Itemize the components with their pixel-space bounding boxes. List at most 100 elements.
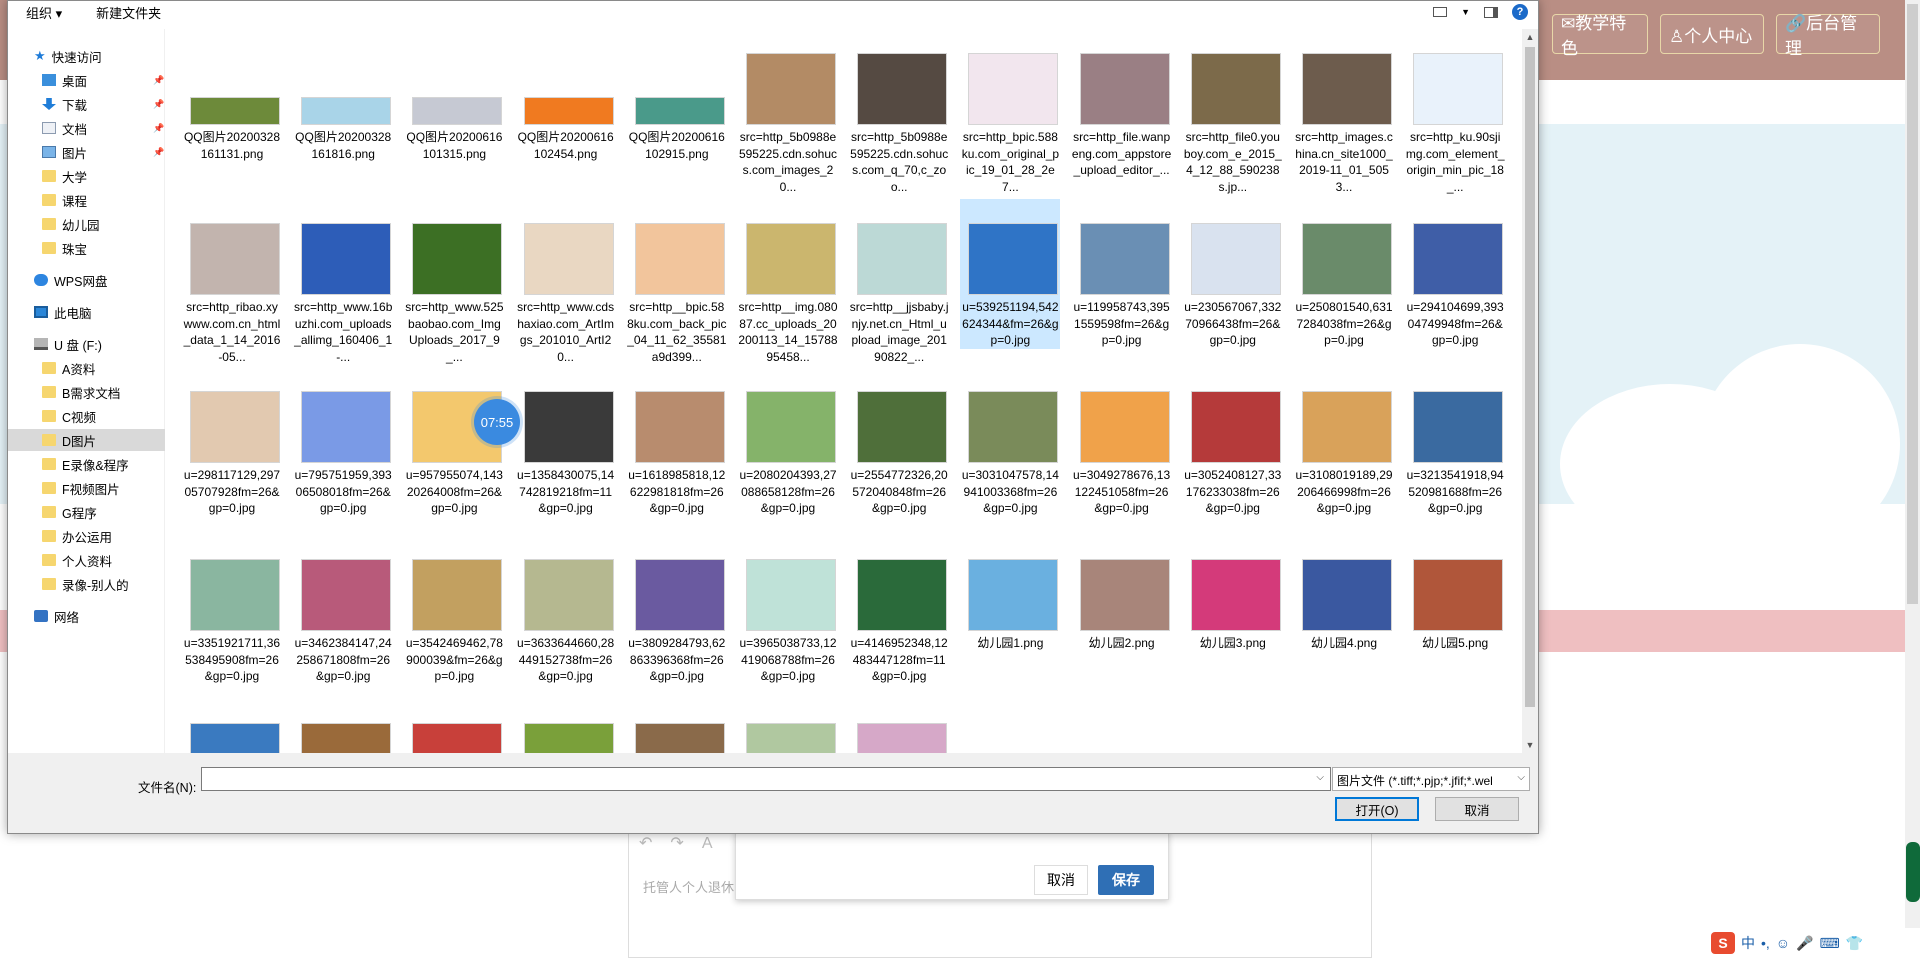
file-item[interactable]: u=1618985818,12622981818fm=26&gp=0.jpg <box>627 367 727 517</box>
file-item[interactable]: QQ图片20200328161816.png <box>293 29 393 179</box>
file-item[interactable] <box>1072 705 1172 753</box>
file-item[interactable]: 幼儿园5.png <box>1405 535 1505 685</box>
ime-emoji-icon[interactable]: ☺ <box>1776 935 1790 951</box>
nav-item[interactable]: 桌面 📌 <box>8 69 165 91</box>
page-scrollbar-thumb[interactable] <box>1907 4 1918 604</box>
file-item[interactable]: src=http_5b0988e595225.cdn.sohucs.com_q_… <box>849 29 949 194</box>
file-item[interactable] <box>627 705 727 753</box>
file-item[interactable]: u=2554772326,20572040848fm=26&gp=0.jpg <box>849 367 949 517</box>
file-item[interactable]: u=539251194,542624344&fm=26&gp=0.jpg <box>960 199 1061 349</box>
nav-item[interactable]: 幼儿园 <box>8 213 165 235</box>
nav-item[interactable]: F视频图片 <box>8 477 165 499</box>
organize-menu[interactable]: 组织 ▾ <box>26 3 62 22</box>
scrollbar-thumb[interactable] <box>1525 47 1535 707</box>
file-item[interactable]: u=3633644660,28449152738fm=26&gp=0.jpg <box>516 535 616 685</box>
file-item[interactable]: u=3031047578,14941003368fm=26&gp=0.jpg <box>960 367 1060 517</box>
file-item[interactable]: src=http_images.china.cn_site1000_2019-1… <box>1294 29 1394 194</box>
file-item[interactable]: u=3965038733,12419068788fm=26&gp=0.jpg <box>738 535 838 685</box>
file-item[interactable] <box>1183 705 1283 753</box>
new-folder-button[interactable]: 新建文件夹 <box>96 3 161 22</box>
nav-item[interactable]: D图片 <box>8 429 165 451</box>
ime-voice-icon[interactable]: 🎤 <box>1796 935 1813 952</box>
ime-toolbar[interactable]: S 中 •, ☺ 🎤 ⌨ 👕 <box>1705 928 1920 958</box>
nav-item[interactable]: 文档 📌 <box>8 117 165 139</box>
file-item[interactable]: src=http_www.cdshaxiao.com_ArtImgs_20101… <box>516 199 616 364</box>
nav-item[interactable]: 图片 📌 <box>8 141 165 163</box>
file-item[interactable]: u=4146952348,12483447128fm=11&gp=0.jpg <box>849 535 949 685</box>
filetype-select[interactable]: 图片文件 (*.tiff;*.pjp;*.jfif;*.wel ⌵ <box>1332 767 1530 791</box>
file-item[interactable]: src=http__img.08087.cc_uploads_20200113_… <box>738 199 838 364</box>
nav-item[interactable]: 网络 <box>8 605 165 627</box>
file-item[interactable]: u=3462384147,24258671808fm=26&gp=0.jpg <box>293 535 393 685</box>
file-item[interactable]: 幼儿园2.png <box>1072 535 1172 685</box>
file-item[interactable]: u=1358430075,14742819218fm=11&gp=0.jpg <box>516 367 616 517</box>
file-item[interactable]: u=3542469462,78900039&fm=26&gp=0.jpg <box>404 535 504 685</box>
sogou-logo-icon[interactable]: S <box>1711 932 1735 954</box>
pin-icon[interactable]: 📌 <box>153 147 164 158</box>
file-item[interactable] <box>1294 705 1394 753</box>
ime-keyboard-icon[interactable]: ⌨ <box>1820 935 1840 952</box>
nav-item[interactable]: 此电脑 <box>8 301 165 323</box>
filename-input[interactable]: ⌵ <box>201 767 1331 791</box>
chevron-down-icon[interactable]: ⌵ <box>1515 772 1525 783</box>
file-item[interactable]: u=2080204393,27088658128fm=26&gp=0.jpg <box>738 367 838 517</box>
pin-icon[interactable]: 📌 <box>153 75 164 86</box>
view-mode-icon[interactable] <box>1433 7 1448 17</box>
nav-item[interactable]: WPS网盘 <box>8 269 165 291</box>
file-item[interactable]: QQ图片20200616102915.png <box>627 29 727 179</box>
scroll-up-icon[interactable]: ▲ <box>1522 29 1538 45</box>
file-item[interactable]: src=http_www.525baobao.com_ImgUploads_20… <box>404 199 504 364</box>
nav-item[interactable]: U 盘 (F:) <box>8 333 165 355</box>
file-item[interactable]: src=http_5b0988e595225.cdn.sohucs.com_im… <box>738 29 838 194</box>
nav-personal-center-button[interactable]: ♙个人中心 <box>1660 14 1764 54</box>
nav-item[interactable]: 珠宝 <box>8 237 165 259</box>
ime-punct-icon[interactable]: •, <box>1761 935 1770 951</box>
chevron-down-icon[interactable]: ▼ <box>1461 7 1470 17</box>
file-item[interactable]: u=3809284793,62863396368fm=26&gp=0.jpg <box>627 535 727 685</box>
scroll-down-icon[interactable]: ▼ <box>1522 737 1538 753</box>
ime-mode-icon[interactable]: 中 <box>1741 933 1755 953</box>
chevron-down-icon[interactable]: ⌵ <box>1316 772 1324 783</box>
nav-item[interactable]: 下载 📌 <box>8 93 165 115</box>
file-item[interactable]: src=http_ribao.xywww.com.cn_html_data_1_… <box>182 199 282 364</box>
file-item[interactable]: u=3108019189,29206466998fm=26&gp=0.jpg <box>1294 367 1394 517</box>
file-item[interactable]: QQ图片20200616102454.png <box>516 29 616 179</box>
navigation-pane[interactable]: ★ 快速访问 桌面 📌 下载 📌 文档 📌 图片 📌 大学 课程 幼儿园 珠宝 WPS网盘 此电脑 U 盘 (F… <box>8 29 165 753</box>
nav-item[interactable]: 个人资料 <box>8 549 165 571</box>
file-item[interactable]: u=298117129,29705707928fm=26&gp=0.jpg <box>182 367 282 517</box>
pen-widget-icon[interactable] <box>1906 842 1920 902</box>
file-item[interactable]: u=3049278676,13122451058fm=26&gp=0.jpg <box>1072 367 1172 517</box>
file-item[interactable]: QQ图片20200328161131.png <box>182 29 282 179</box>
open-button[interactable]: 打开(O) <box>1335 797 1419 821</box>
file-item[interactable]: u=3351921711,36538495908fm=26&gp=0.jpg <box>182 535 282 685</box>
nav-item[interactable]: A资料 <box>8 357 165 379</box>
file-item[interactable]: u=250801540,6317284038fm=26&gp=0.jpg <box>1294 199 1394 349</box>
file-item[interactable] <box>960 705 1060 753</box>
file-item[interactable]: src=http_file0.youboy.com_e_2015_4_12_88… <box>1183 29 1283 194</box>
file-item[interactable]: u=230567067,33270966438fm=26&gp=0.jpg <box>1183 199 1283 349</box>
nav-teaching-features-button[interactable]: ✉教学特色 <box>1552 14 1648 58</box>
preview-pane-icon[interactable] <box>1484 6 1498 18</box>
file-item[interactable]: src=http__jjsbaby.jnjy.net.cn_Html_uploa… <box>849 199 949 364</box>
file-item[interactable]: u=119958743,3951559598fm=26&gp=0.jpg <box>1072 199 1172 349</box>
file-item[interactable]: src=http_bpic.588ku.com_original_pic_19_… <box>960 29 1060 194</box>
file-item[interactable] <box>293 705 393 753</box>
file-item[interactable]: u=3213541918,94520981688fm=26&gp=0.jpg <box>1405 367 1505 517</box>
file-item[interactable]: QQ图片20200616101315.png <box>404 29 504 179</box>
file-item[interactable]: 幼儿园1.png <box>960 535 1060 685</box>
popup-cancel-button[interactable]: 取消 <box>1034 865 1088 895</box>
pin-icon[interactable]: 📌 <box>153 123 164 134</box>
nav-item[interactable]: B需求文档 <box>8 381 165 403</box>
help-icon[interactable]: ? <box>1512 4 1528 20</box>
nav-item[interactable]: ★ 快速访问 <box>8 45 165 67</box>
file-item[interactable]: u=3052408127,33176233038fm=26&gp=0.jpg <box>1183 367 1283 517</box>
file-item[interactable]: src=http__bpic.588ku.com_back_pic_04_11_… <box>627 199 727 364</box>
nav-item[interactable]: 大学 <box>8 165 165 187</box>
cancel-button[interactable]: 取消 <box>1435 797 1519 821</box>
file-item[interactable] <box>516 705 616 753</box>
nav-item[interactable]: E录像&程序 <box>8 453 165 475</box>
file-item[interactable]: 幼儿园4.png <box>1294 535 1394 685</box>
page-scrollbar[interactable] <box>1905 0 1920 958</box>
file-item[interactable]: src=http_www.16buzhi.com_uploads_allimg_… <box>293 199 393 364</box>
file-list[interactable]: QQ图片20200328161131.png QQ图片20200328161816… <box>168 29 1530 753</box>
